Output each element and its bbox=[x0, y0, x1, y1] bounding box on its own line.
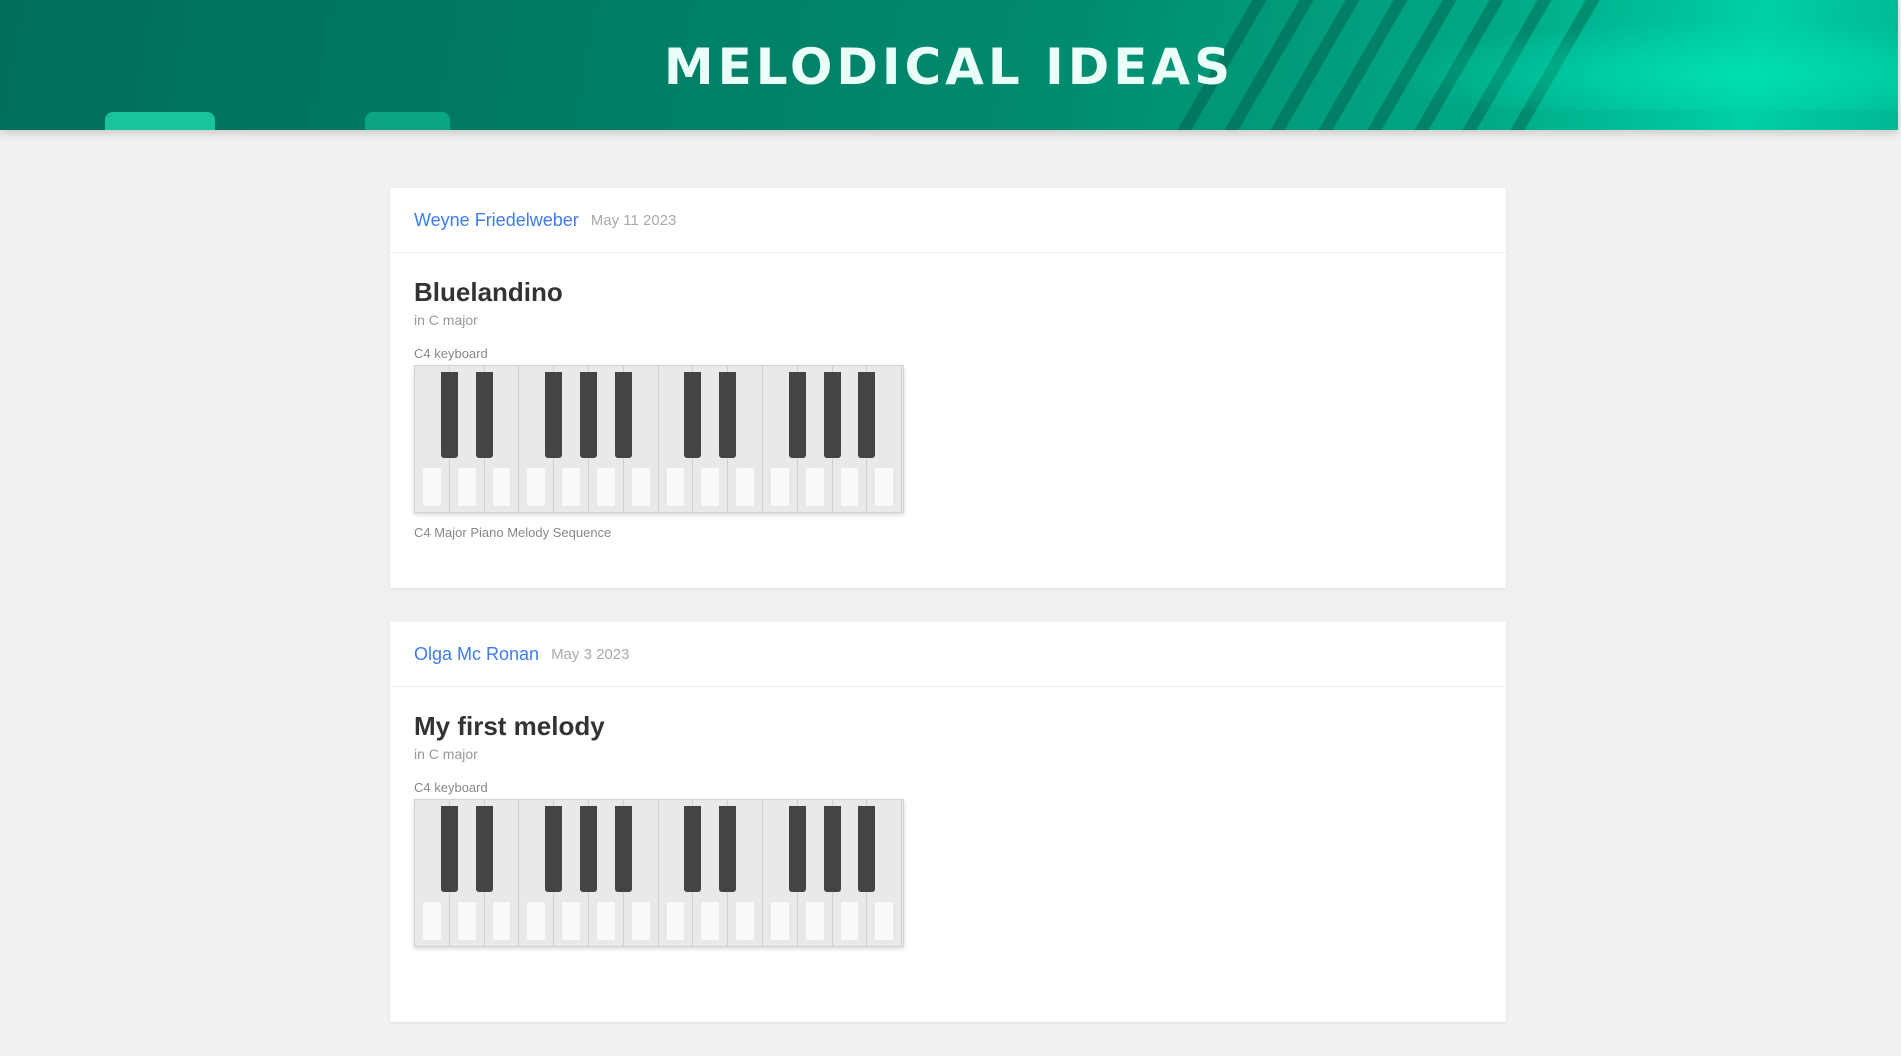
black-key[interactable] bbox=[545, 806, 563, 892]
black-key[interactable] bbox=[614, 806, 632, 892]
post-feed: Weyne Friedelweber May 11 2023 Bluelandi… bbox=[390, 188, 1506, 1056]
site-title: MELODICAL IDEAS bbox=[663, 38, 1235, 96]
song-subtitle: in C major bbox=[414, 746, 478, 762]
banner-tab bbox=[105, 112, 215, 130]
post-card: Weyne Friedelweber May 11 2023 Bluelandi… bbox=[390, 188, 1506, 588]
keyboard-label: C4 keyboard bbox=[414, 346, 488, 361]
song-title: Bluelandino bbox=[414, 277, 563, 307]
post-author-link[interactable]: Olga Mc Ronan bbox=[414, 644, 539, 665]
post-date: May 3 2023 bbox=[551, 645, 630, 663]
post-card: Olga Mc Ronan May 3 2023 My first melody… bbox=[390, 622, 1506, 1022]
post-author-link[interactable]: Weyne Friedelweber bbox=[414, 210, 579, 231]
melody-caption: C4 Major Piano Melody Sequence bbox=[414, 525, 612, 540]
post-header: Weyne Friedelweber May 11 2023 bbox=[390, 188, 1506, 253]
black-key[interactable] bbox=[614, 372, 632, 458]
song-title: My first melody bbox=[414, 711, 605, 741]
black-key[interactable] bbox=[858, 372, 876, 458]
post-header: Olga Mc Ronan May 3 2023 bbox=[390, 622, 1506, 687]
header-banner: MELODICAL IDEAS bbox=[0, 0, 1898, 130]
black-key[interactable] bbox=[580, 806, 597, 892]
black-key[interactable] bbox=[684, 372, 702, 458]
song-subtitle: in C major bbox=[414, 312, 478, 328]
post-body: My first melody in C major C4 keyboard bbox=[390, 687, 1506, 967]
keyboard-label: C4 keyboard bbox=[414, 780, 488, 795]
black-key[interactable] bbox=[719, 372, 737, 458]
black-key[interactable] bbox=[440, 372, 458, 458]
black-key[interactable] bbox=[719, 806, 737, 892]
black-key[interactable] bbox=[580, 372, 597, 458]
black-key[interactable] bbox=[858, 806, 876, 892]
piano-keyboard[interactable] bbox=[414, 799, 904, 947]
black-key[interactable] bbox=[788, 806, 806, 892]
banner-tab bbox=[365, 112, 450, 130]
black-key[interactable] bbox=[823, 806, 841, 892]
post-date: May 11 2023 bbox=[590, 211, 677, 229]
post-body: Bluelandino in C major C4 keyboard C4 Ma… bbox=[390, 253, 1506, 560]
black-key[interactable] bbox=[475, 806, 493, 892]
black-key[interactable] bbox=[684, 806, 702, 892]
black-key[interactable] bbox=[545, 372, 563, 458]
black-key[interactable] bbox=[440, 806, 458, 892]
piano-keyboard[interactable] bbox=[414, 365, 904, 513]
black-key[interactable] bbox=[475, 372, 493, 458]
black-key[interactable] bbox=[788, 372, 806, 458]
black-key[interactable] bbox=[823, 372, 841, 458]
